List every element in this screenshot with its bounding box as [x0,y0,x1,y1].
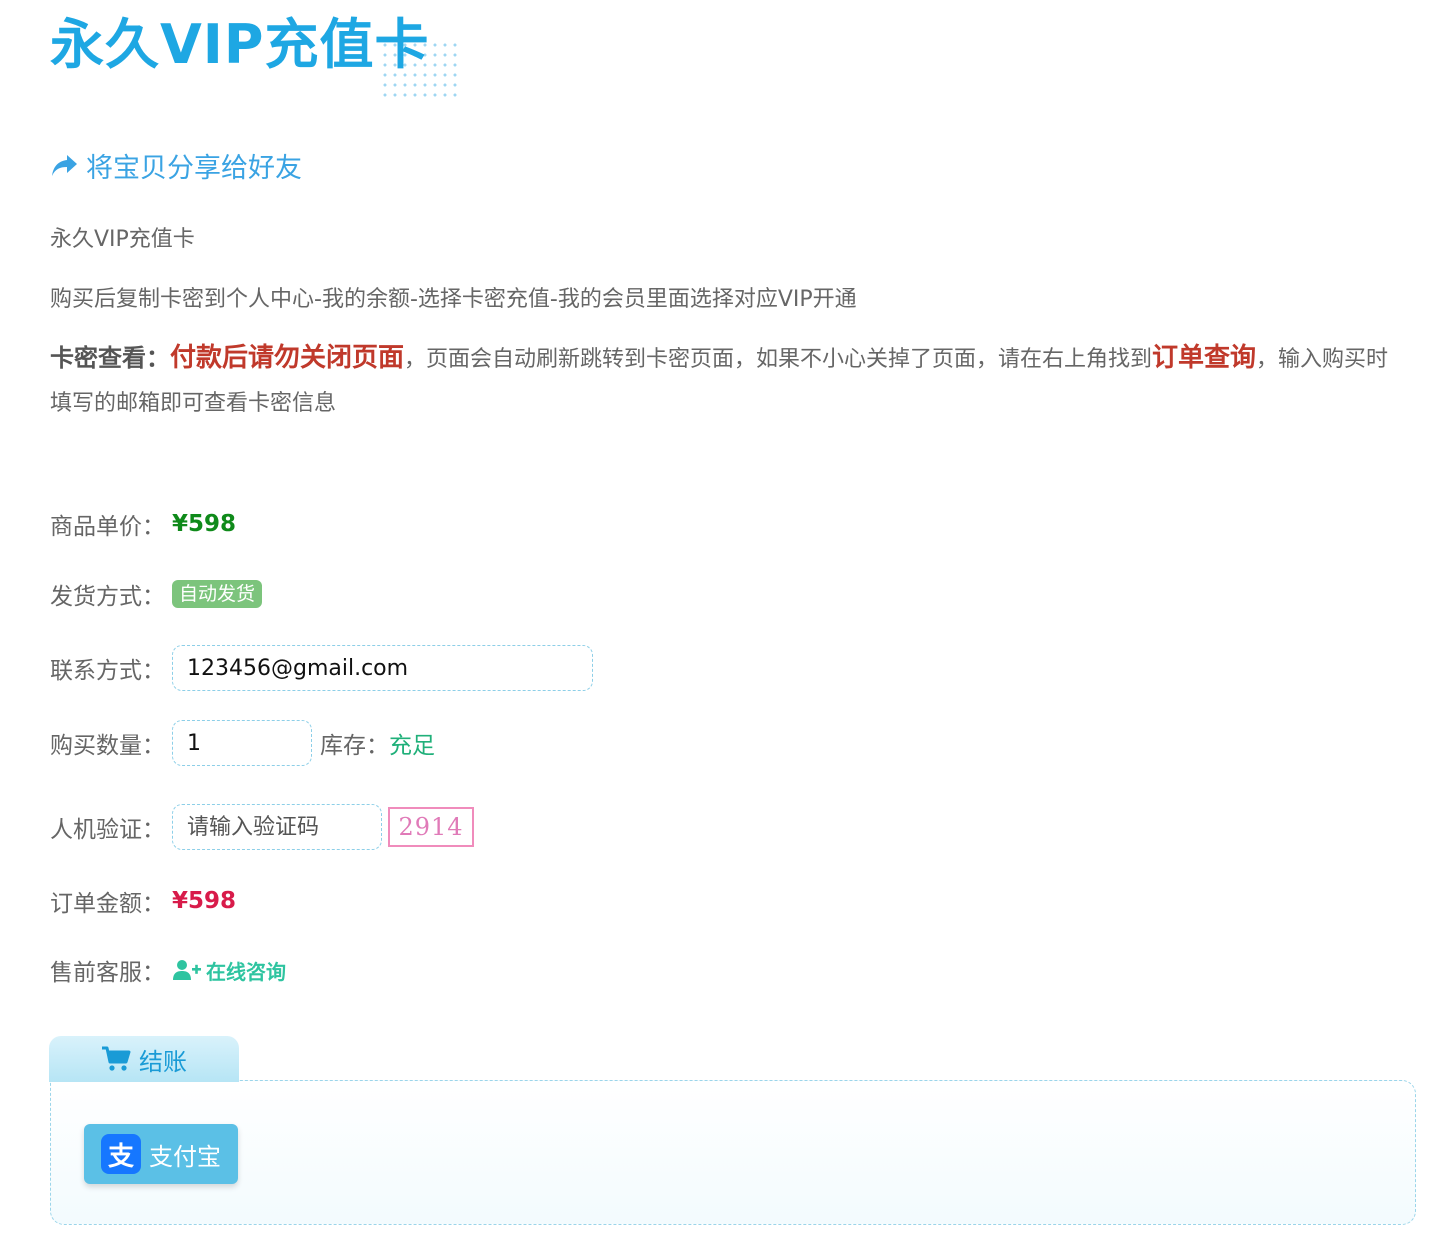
contact-input[interactable] [172,645,593,691]
share-icon [52,154,77,176]
online-consult-label: 在线咨询 [206,959,286,984]
quantity-input[interactable] [172,720,312,766]
notice-text-1: ，页面会自动刷新跳转到卡密页面，如果不小心关掉了页面，请在右上角找到 [404,347,1153,372]
delivery-label: 发货方式： [50,584,165,610]
alipay-label: 支付宝 [149,1142,221,1171]
total-row: 订单金额： ¥598 [50,876,236,926]
title-area: 永久VIP充值卡 [50,10,470,100]
notice-text: 卡密查看：付款后请勿关闭页面，页面会自动刷新跳转到卡密页面，如果不小心关掉了页面… [50,336,1400,426]
notice-colon: ： [146,344,170,372]
notice-warning: 付款后请勿关闭页面 [170,343,405,373]
notice-label: 卡密查看 [50,344,146,372]
cart-icon [102,1046,131,1071]
captcha-row: 人机验证： 2914 [50,802,474,852]
share-link-label: 将宝贝分享给好友 [86,153,302,184]
online-consult-link[interactable]: 在线咨询 [172,956,286,985]
delivery-badge: 自动发货 [172,580,263,608]
alipay-icon: 支 [101,1134,141,1174]
quantity-row: 购买数量： 库存： 充足 [50,718,435,768]
checkout-tab-label: 结账 [139,1047,187,1076]
service-label: 售前客服： [50,960,165,986]
captcha-image[interactable]: 2914 [388,807,474,847]
total-label: 订单金额： [50,891,165,917]
contact-label: 联系方式： [50,658,165,684]
user-plus-icon [173,960,201,980]
delivery-row: 发货方式： 自动发货 [50,569,263,619]
total-value: ¥598 [172,888,237,914]
product-name: 永久VIP充值卡 [50,227,195,252]
alipay-button[interactable]: 支 支付宝 [84,1124,238,1184]
checkout-panel [50,1080,1416,1225]
share-link[interactable]: 将宝贝分享给好友 [50,146,302,185]
captcha-input[interactable] [172,804,382,850]
service-row: 售前客服： 在线咨询 [50,945,286,995]
price-value: ¥598 [172,511,237,537]
order-query-link[interactable]: 订单查询 [1152,343,1256,373]
stock-value: 充足 [389,733,435,759]
checkout-tab[interactable]: 结账 [49,1036,239,1082]
stock-label: 库存： [320,733,389,759]
product-instructions: 购买后复制卡密到个人中心-我的余额-选择卡密充值-我的会员里面选择对应VIP开通 [50,287,857,312]
quantity-label: 购买数量： [50,733,165,759]
price-label: 商品单价： [50,514,165,540]
captcha-label: 人机验证： [50,817,165,843]
price-row: 商品单价： ¥598 [50,499,236,549]
contact-row: 联系方式： [50,643,593,693]
page-title: 永久VIP充值卡 [50,13,430,76]
